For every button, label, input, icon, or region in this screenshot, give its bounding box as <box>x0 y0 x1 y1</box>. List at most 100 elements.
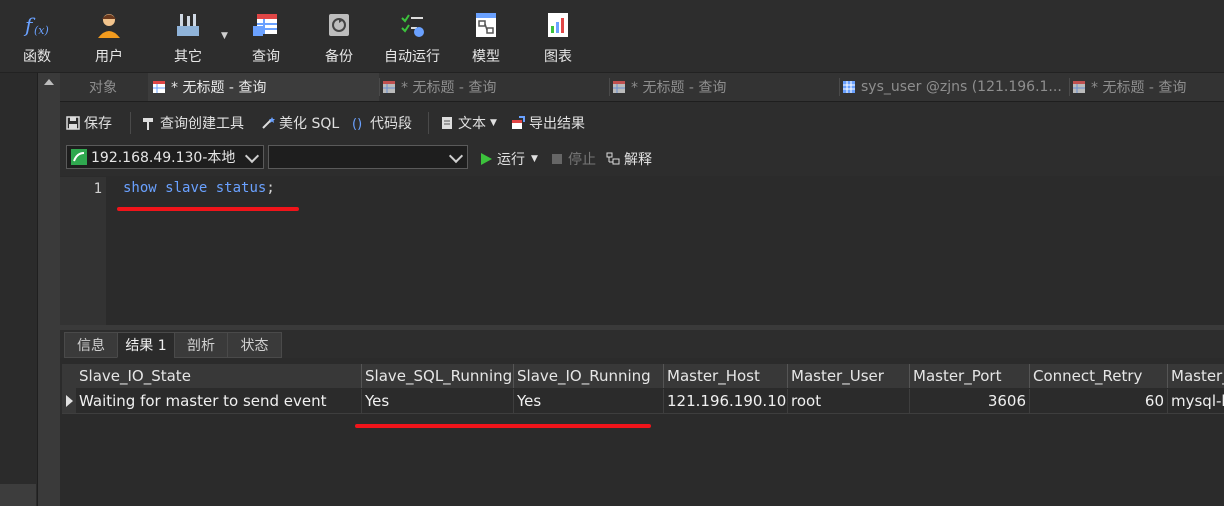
query-builder-label: 查询创建工具 <box>160 116 244 132</box>
save-button[interactable]: 保存 <box>66 114 112 132</box>
sql-space <box>157 180 165 196</box>
run-dropdown-icon[interactable]: ▼ <box>531 154 538 164</box>
table-icon <box>842 80 856 94</box>
chart-icon <box>543 10 573 40</box>
connection-icon <box>71 149 87 165</box>
column-header[interactable]: Master_Port <box>910 364 1030 388</box>
model-icon <box>471 10 501 40</box>
tab-query-2[interactable]: * 无标题 - 查询 <box>382 73 608 101</box>
tab-query-active-label: * 无标题 - 查询 <box>171 80 267 96</box>
toolbar-other-button[interactable]: 其它 <box>168 0 208 72</box>
tab-profile[interactable]: 剖析 <box>174 332 228 358</box>
toolbar-function-button[interactable]: f (x) 函数 <box>18 0 56 72</box>
beautify-sql-button[interactable]: 美化 SQL <box>261 114 339 132</box>
tab-info[interactable]: 信息 <box>64 332 118 358</box>
column-header[interactable]: Slave_SQL_Running <box>362 364 514 388</box>
query-builder-button[interactable]: 查询创建工具 <box>142 114 244 132</box>
play-icon <box>479 152 493 166</box>
tab-objects[interactable]: 对象 <box>60 73 146 101</box>
explain-icon <box>606 152 620 166</box>
toolbar-backup-button[interactable]: 备份 <box>320 0 358 72</box>
scroll-up-icon[interactable] <box>44 79 54 85</box>
save-icon <box>66 116 80 130</box>
result-grid: Slave_IO_State Slave_SQL_Running Slave_I… <box>60 358 1224 506</box>
tab-query-3-label: * 无标题 - 查询 <box>631 80 727 96</box>
table-cell[interactable]: Yes <box>514 389 664 413</box>
sql-semicolon: ; <box>266 180 275 196</box>
annotation-underline <box>117 207 299 211</box>
tab-sys-user-table[interactable]: sys_user @zjns (121.196.1... <box>842 73 1068 101</box>
toolbar-schedule-label: 自动运行 <box>384 49 440 65</box>
query-icon <box>251 10 281 40</box>
hammer-icon <box>142 116 156 130</box>
text-mode-button[interactable]: 文本 ▼ <box>440 114 497 132</box>
toolbar-backup-label: 备份 <box>325 49 353 65</box>
export-result-label: 导出结果 <box>529 116 585 132</box>
snippet-label: 代码段 <box>370 116 412 132</box>
text-dropdown-icon[interactable]: ▼ <box>490 118 497 128</box>
snippet-button[interactable]: () 代码段 <box>352 114 412 132</box>
sql-space <box>207 180 215 196</box>
table-cell[interactable]: 3606 <box>910 389 1030 413</box>
column-header[interactable]: Slave_IO_State <box>76 364 362 388</box>
action-separator <box>428 112 429 134</box>
chevron-down-icon <box>448 148 464 164</box>
line-number: 1 <box>93 181 102 197</box>
text-mode-label: 文本 <box>458 116 486 132</box>
tab-status[interactable]: 状态 <box>227 332 282 358</box>
tab-result-1[interactable]: 结果 1 <box>117 332 175 358</box>
navigator-panel <box>0 73 36 506</box>
sql-keyword: show <box>123 180 157 196</box>
table-cell[interactable]: root <box>788 389 910 413</box>
column-header[interactable]: Slave_IO_Running <box>514 364 664 388</box>
svg-text:(): () <box>352 117 362 130</box>
beautify-sql-label: 美化 SQL <box>279 116 340 132</box>
sql-editor[interactable]: 1 show slave status; <box>60 177 1224 325</box>
column-header[interactable]: Master_User <box>788 364 910 388</box>
toolbar-function-label: 函数 <box>23 49 51 65</box>
tab-sys-user-label: sys_user @zjns (121.196.1... <box>861 79 1062 95</box>
table-cell[interactable]: 121.196.190.104 <box>664 389 788 413</box>
vertical-scrollbar[interactable] <box>37 73 60 506</box>
table-cell[interactable]: Yes <box>362 389 514 413</box>
query-action-bar: 保存 查询创建工具 美化 SQL () 代码段 文本 ▼ 导出结果 <box>60 102 1224 142</box>
tab-query-active[interactable]: * 无标题 - 查询 <box>148 73 379 101</box>
stop-button[interactable]: 停止 <box>550 150 596 168</box>
toolbar-query-button[interactable]: 查询 <box>246 0 286 72</box>
tab-status-label: 状态 <box>240 338 269 354</box>
connection-select[interactable]: 192.168.49.130-本地 <box>66 145 264 169</box>
column-header[interactable]: Connect_Retry <box>1030 364 1168 388</box>
tab-objects-label: 对象 <box>89 80 117 96</box>
tab-separator <box>839 78 840 96</box>
explain-button[interactable]: 解释 <box>606 150 652 168</box>
table-cell[interactable]: 60 <box>1030 389 1168 413</box>
query-tab-icon <box>1072 80 1086 94</box>
export-icon <box>511 116 525 130</box>
toolbar-chart-button[interactable]: 图表 <box>539 0 577 72</box>
connection-bar: 192.168.49.130-本地 运行 ▼ 停止 解释 <box>60 142 1224 176</box>
snippet-icon: () <box>352 116 366 132</box>
table-cell[interactable]: mysql-b <box>1168 389 1224 413</box>
toolbar-user-button[interactable]: 用户 <box>90 0 128 72</box>
tab-separator <box>379 78 380 96</box>
main-toolbar: f (x) 函数 用户 其它 ▼ 查询 备份 自动运行 模型 图表 <box>0 0 1224 73</box>
toolbar-schedule-button[interactable]: 自动运行 <box>380 0 444 72</box>
tab-query-3[interactable]: * 无标题 - 查询 <box>612 73 838 101</box>
tab-query-4[interactable]: * 无标题 - 查询 <box>1072 73 1224 101</box>
toolbar-model-button[interactable]: 模型 <box>467 0 505 72</box>
line-number-gutter: 1 <box>60 177 106 325</box>
toolbar-other-dropdown-icon[interactable]: ▼ <box>221 31 228 41</box>
svg-text:(x): (x) <box>34 24 49 37</box>
tab-result-1-label: 结果 1 <box>125 338 167 354</box>
tab-query-2-label: * 无标题 - 查询 <box>401 80 497 96</box>
export-result-button[interactable]: 导出结果 <box>511 114 585 132</box>
table-cell[interactable]: Waiting for master to send event <box>76 389 362 413</box>
run-button[interactable]: 运行 ▼ <box>479 150 538 168</box>
column-header[interactable]: Master_ <box>1168 364 1224 388</box>
query-tab-icon <box>612 80 626 94</box>
database-select[interactable] <box>268 145 468 169</box>
tab-separator <box>609 78 610 96</box>
column-header[interactable]: Master_Host <box>664 364 788 388</box>
backup-icon <box>324 10 354 40</box>
sql-code-line[interactable]: show slave status; <box>123 180 275 196</box>
